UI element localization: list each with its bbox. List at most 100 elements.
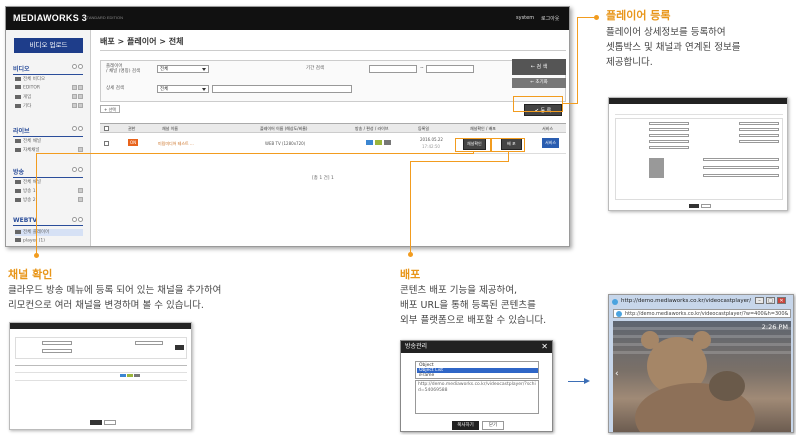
form-field xyxy=(649,134,689,137)
embed-url-textarea[interactable]: http://demo.mediaworks.co.kr/videocastpl… xyxy=(415,380,539,414)
minimize-icon[interactable]: – xyxy=(755,297,764,304)
type-search-label: 플레이어 / 채널 (명칭) 검색 xyxy=(106,64,141,74)
channel-confirm-desc: 클라우드 방송 메뉴에 등록 되어 있는 채널을 추가하여 리모컨으로 여러 채… xyxy=(8,285,222,311)
embed-option-iframe[interactable]: iFrame xyxy=(417,373,538,378)
type-search-select[interactable]: 전체 xyxy=(157,65,209,73)
close-icon[interactable]: ✕ xyxy=(777,297,786,304)
sidebar-section-video[interactable]: 비디오 xyxy=(13,64,83,75)
connector-dot xyxy=(34,253,39,258)
connector-line xyxy=(563,103,577,104)
reset-button[interactable]: ← 초기화 xyxy=(512,78,566,88)
service-button[interactable]: 서비스 xyxy=(542,138,560,148)
sidebar-section-broadcast[interactable]: 방송 xyxy=(13,167,83,178)
column-header: 등록일 xyxy=(418,126,430,131)
section-controls[interactable] xyxy=(72,64,83,69)
copy-button[interactable]: 복사하기 xyxy=(452,421,479,430)
system-link[interactable]: system xyxy=(516,15,534,21)
section-controls[interactable] xyxy=(72,217,83,222)
status-badge: ON xyxy=(128,139,139,146)
folder-icon xyxy=(15,76,21,81)
table-row-line xyxy=(15,372,187,373)
folder-icon xyxy=(15,94,21,99)
address-text: http://demo.mediaworks.co.kr/videocastpl… xyxy=(625,311,789,317)
form-divider xyxy=(615,114,783,115)
detail-search-label: 상세 검색 xyxy=(106,86,124,91)
section-controls[interactable] xyxy=(72,126,83,131)
sidebar-item[interactable]: 방송 2 xyxy=(15,197,83,204)
logout-link[interactable]: 로그아웃 xyxy=(541,15,559,22)
connector-line xyxy=(410,161,411,254)
player-register-title: 플레이어 등록 xyxy=(606,9,671,22)
sidebar-item[interactable]: 기타 xyxy=(15,103,83,110)
folder-icon xyxy=(15,103,21,108)
address-bar[interactable]: http://demo.mediaworks.co.kr/videocastpl… xyxy=(613,309,791,318)
folder-icon xyxy=(15,229,21,234)
period-end-input[interactable] xyxy=(426,65,474,73)
form-field xyxy=(739,128,779,131)
select-all-checkbox[interactable] xyxy=(104,126,109,131)
close-button[interactable]: 닫기 xyxy=(482,421,504,430)
period-start-input[interactable] xyxy=(369,65,417,73)
sidebar-item[interactable]: player (1) xyxy=(15,238,83,245)
close-icon[interactable]: ✕ xyxy=(541,341,548,353)
folder-icon xyxy=(15,179,21,184)
form-field xyxy=(649,140,689,143)
browser-favicon-icon xyxy=(612,299,618,305)
sidebar: 비디오 업로드 비디오 전체 비디오 EDITOR 게임 기타 라이브 전체 채… xyxy=(6,30,91,246)
sidebar-item[interactable]: 게임 xyxy=(15,94,83,101)
sidebar-item-all-players[interactable]: 전체 플레이어 xyxy=(15,229,83,236)
period-separator: ~ xyxy=(420,66,424,71)
sidebar-item[interactable]: 전체 채널 xyxy=(15,179,83,186)
column-header: 채널확인 / 배포 xyxy=(470,126,496,131)
divider xyxy=(100,50,566,51)
form-field xyxy=(739,134,779,137)
detail-search-input[interactable] xyxy=(212,85,352,93)
embed-type-list[interactable]: Object Object List iFrame xyxy=(415,361,539,379)
deploy-title: 배포 xyxy=(400,268,421,281)
play-arrow-icon[interactable]: ‹ xyxy=(615,369,619,379)
folder-icon xyxy=(15,188,21,193)
broadcast-manage-dialog: 방송관리 ✕ Object Object List iFrame http://… xyxy=(400,340,553,432)
chevron-down-icon xyxy=(202,88,206,91)
sidebar-item[interactable]: 전체 채널 xyxy=(15,138,83,145)
app-edition: STANDARD EDITION xyxy=(84,15,124,20)
broadcast-badge xyxy=(366,140,373,145)
folder-icon xyxy=(15,85,21,89)
breadcrumb: 배포 > 플레이어 > 전체 xyxy=(100,37,184,46)
select-button[interactable]: + 선택 xyxy=(100,105,120,113)
sidebar-item[interactable]: EDITOR xyxy=(15,85,83,92)
arrow-right-icon xyxy=(584,378,590,384)
player-register-thumbnail xyxy=(608,97,788,211)
pagination[interactable]: [총 1 건] 1 xyxy=(312,175,334,181)
sidebar-section-webtv[interactable]: WEBTV xyxy=(13,217,83,226)
dialog-titlebar xyxy=(10,323,191,329)
chevron-down-icon xyxy=(202,68,206,71)
connector-line xyxy=(36,153,474,154)
register-time: 17:42:50 xyxy=(422,144,440,149)
column-header: 서비스 xyxy=(542,126,554,131)
teddy-bear-ear xyxy=(693,331,711,349)
sidebar-section-live[interactable]: 라이브 xyxy=(13,126,83,137)
deploy-desc: 콘텐츠 배포 기능을 제공하여, 배포 URL을 통해 등록된 콘텐츠를 외부 … xyxy=(400,285,547,326)
video-player[interactable]: 2:26 PM ‹ xyxy=(613,321,791,432)
sidebar-item[interactable]: 방송 1 xyxy=(15,188,83,195)
connector-dot xyxy=(594,15,599,20)
deploy-highlight xyxy=(491,138,525,152)
form-field xyxy=(703,166,779,169)
maximize-icon[interactable]: □ xyxy=(766,297,775,304)
form-field xyxy=(703,158,779,161)
form-field xyxy=(703,174,779,177)
row-checkbox[interactable] xyxy=(104,141,109,146)
folder-icon xyxy=(15,238,21,242)
section-controls[interactable] xyxy=(72,167,83,172)
video-upload-button[interactable]: 비디오 업로드 xyxy=(14,38,83,53)
channel-name[interactable]: 미림미디어 테스트 ... xyxy=(158,141,194,147)
sidebar-item[interactable]: 전체 비디오 xyxy=(15,76,83,83)
main-window: MEDIAWORKS 3 STANDARD EDITION system 로그아… xyxy=(5,6,570,247)
form-field xyxy=(42,349,72,353)
search-button[interactable]: ← 검 색 xyxy=(512,59,566,75)
page-icon xyxy=(616,311,622,317)
detail-search-select[interactable]: 전체 xyxy=(157,85,209,93)
column-header: 채널 이름 xyxy=(162,126,178,131)
thumbnail-preview xyxy=(649,158,664,178)
